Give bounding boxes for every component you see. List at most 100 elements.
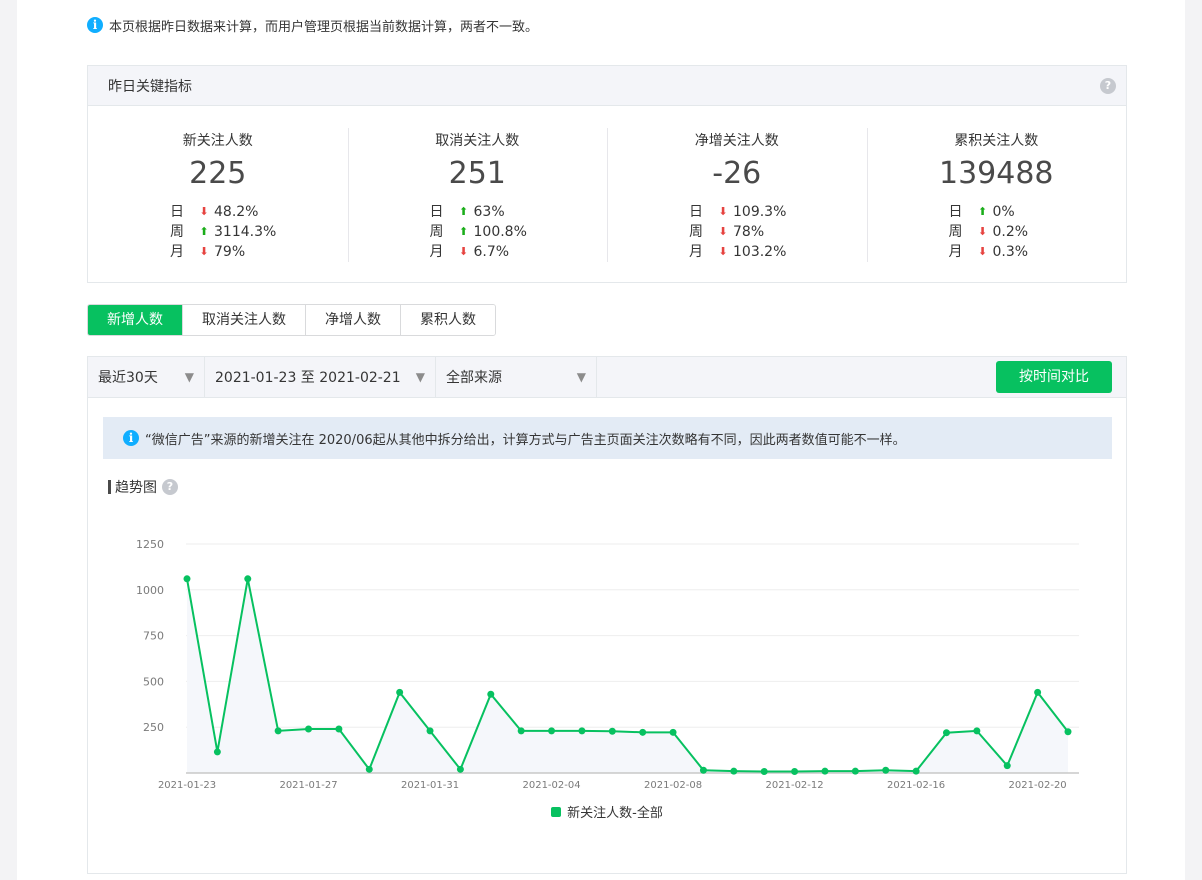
kpi-change-row: 月 ⬇ 103.2% (689, 242, 786, 262)
data-point (882, 766, 890, 774)
kpi-column: 净增关注人数 -26 日 ⬇ 109.3% 周 ⬇ 78% 月 ⬇ 103.2% (607, 106, 867, 284)
data-point (699, 766, 707, 774)
kpi-change-pct: 3114.3% (214, 224, 277, 240)
kpi-period: 日 (948, 204, 963, 220)
date-range-picker[interactable]: 2021-01-23 至 2021-02-21 ▼ (205, 357, 436, 397)
kpi-change-pct: 0.2% (992, 224, 1029, 240)
kpi-period: 周 (948, 224, 963, 240)
notice: i 本页根据昨日数据来计算，而用户管理页根据当前数据计算，两者不一致。 (87, 15, 538, 35)
tab-2[interactable]: 取消关注人数 (182, 305, 305, 335)
kpi-column: 取消关注人数 251 日 ⬆ 63% 周 ⬆ 100.8% 月 ⬇ 6.7% (347, 106, 608, 284)
arrow-down-icon: ⬇ (718, 225, 728, 238)
source-dropdown[interactable]: 全部来源 ▼ (436, 357, 597, 397)
data-point (1064, 728, 1072, 736)
arrow-up-icon: ⬆ (977, 205, 988, 218)
kpi-change-row: 日 ⬆ 0% (949, 202, 1029, 222)
kpi-change-pct: 100.8% (473, 224, 527, 240)
source-tip-text: “微信广告”来源的新增关注在 2020/06起从其他中拆分给出，计算方式与广告主… (145, 432, 906, 448)
kpi-change-pct: 0% (992, 204, 1015, 220)
legend-label: 新关注人数-全部 (567, 806, 663, 821)
trend-title-text: 趋势图 (115, 480, 157, 496)
key-metrics-header: 昨日关键指标 ? (88, 66, 1126, 106)
y-tick-label: 250 (143, 721, 164, 734)
arrow-down-icon: ⬇ (718, 245, 728, 258)
x-tick-label: 2021-02-04 (522, 780, 580, 791)
arrow-down-icon: ⬇ (458, 245, 469, 258)
kpi-label: 累积关注人数 (954, 133, 1039, 149)
x-tick-label: 2021-01-27 (279, 780, 337, 791)
kpi-period: 周 (429, 224, 444, 240)
kpi-column: 累积关注人数 139488 日 ⬆ 0% 周 ⬇ 0.2% 月 ⬇ 0.3% (866, 106, 1127, 284)
kpi-period: 月 (170, 244, 184, 260)
kpi-change-row: 日 ⬇ 48.2% (170, 202, 276, 222)
kpi-change-list: 日 ⬇ 48.2% 周 ⬆ 3114.3% 月 ⬇ 79% (170, 202, 276, 262)
date-range-value: 2021-01-23 至 2021-02-21 (215, 370, 401, 386)
compare-by-time-button[interactable]: 按时间对比 (996, 361, 1112, 393)
kpi-value: 225 (189, 156, 247, 191)
range-dropdown[interactable]: 最近30天 ▼ (88, 357, 205, 397)
info-icon: i (123, 430, 139, 446)
help-icon[interactable]: ? (1100, 77, 1116, 94)
kpi-change-row: 月 ⬇ 79% (170, 242, 276, 262)
kpi-change-pct: 79% (214, 244, 246, 260)
arrow-down-icon: ⬇ (977, 245, 988, 258)
caret-down-icon: ▼ (576, 370, 586, 384)
kpi-change-row: 日 ⬆ 63% (430, 202, 527, 222)
kpi-change-pct: 6.7% (473, 244, 510, 260)
source-dropdown-value: 全部来源 (446, 370, 502, 386)
kpi-change-pct: 63% (473, 204, 505, 220)
data-point (517, 727, 525, 735)
caret-down-icon: ▼ (415, 370, 425, 384)
x-tick-label: 2021-01-23 (158, 780, 216, 791)
data-point (942, 729, 950, 737)
tab-1[interactable]: 新增人数 (88, 305, 182, 335)
data-point (851, 767, 859, 775)
kpi-period: 月 (948, 244, 963, 260)
arrow-up-icon: ⬆ (458, 205, 469, 218)
range-dropdown-value: 最近30天 (98, 370, 158, 386)
kpi-period: 日 (170, 204, 184, 220)
data-point (760, 768, 768, 776)
kpi-change-row: 周 ⬆ 3114.3% (170, 222, 276, 242)
trend-panel: 最近30天 ▼ 2021-01-23 至 2021-02-21 ▼ 全部来源 ▼… (87, 356, 1127, 874)
kpi-column: 新关注人数 225 日 ⬇ 48.2% 周 ⬆ 3114.3% 月 ⬇ 79% (88, 106, 348, 284)
data-point (608, 727, 616, 735)
tab-4[interactable]: 累积人数 (400, 305, 495, 335)
x-tick-label: 2021-01-31 (401, 780, 459, 791)
key-metrics-title: 昨日关键指标 (108, 78, 192, 95)
tab-3[interactable]: 净增人数 (305, 305, 400, 335)
kpi-change-list: 日 ⬆ 0% 周 ⬇ 0.2% 月 ⬇ 0.3% (949, 202, 1029, 262)
data-point (821, 767, 829, 775)
data-point (396, 688, 404, 696)
info-icon: i (87, 17, 103, 33)
x-tick-label: 2021-02-08 (644, 780, 702, 791)
data-point (1003, 762, 1011, 770)
chart-legend[interactable]: 新关注人数-全部 (88, 802, 1126, 821)
arrow-down-icon: ⬇ (199, 245, 209, 258)
data-point (426, 727, 434, 735)
kpi-change-list: 日 ⬇ 109.3% 周 ⬇ 78% 月 ⬇ 103.2% (689, 202, 786, 262)
kpi-period: 月 (689, 244, 703, 260)
data-point (305, 725, 313, 733)
data-point (912, 767, 920, 775)
arrow-up-icon: ⬆ (199, 225, 209, 238)
kpi-label: 取消关注人数 (435, 133, 520, 149)
arrow-down-icon: ⬇ (199, 205, 209, 218)
arrow-down-icon: ⬇ (977, 225, 988, 238)
kpi-change-pct: 0.3% (992, 244, 1029, 260)
key-metrics-card: 昨日关键指标 ? 新关注人数 225 日 ⬇ 48.2% 周 ⬆ 3114.3%… (87, 65, 1127, 283)
filter-toolbar: 最近30天 ▼ 2021-01-23 至 2021-02-21 ▼ 全部来源 ▼… (88, 357, 1126, 398)
help-icon[interactable]: ? (162, 479, 178, 495)
data-point (578, 727, 586, 735)
kpi-change-list: 日 ⬆ 63% 周 ⬆ 100.8% 月 ⬇ 6.7% (430, 202, 527, 262)
kpi-value: 251 (448, 156, 506, 191)
kpi-value: -26 (712, 156, 762, 191)
data-point (730, 767, 738, 775)
data-point (365, 765, 373, 773)
kpi-value: 139488 (938, 156, 1054, 191)
kpi-period: 月 (429, 244, 444, 260)
kpi-label: 新关注人数 (182, 133, 253, 149)
kpi-change-pct: 103.2% (733, 244, 787, 260)
kpi-change-row: 月 ⬇ 0.3% (949, 242, 1029, 262)
arrow-down-icon: ⬇ (718, 205, 728, 218)
